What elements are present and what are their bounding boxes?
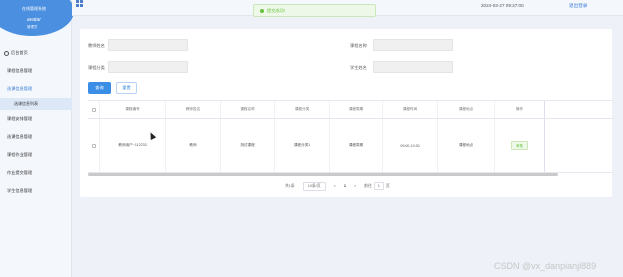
course-category-input[interactable] bbox=[108, 61, 188, 73]
logout-link[interactable]: 退出登录 bbox=[569, 3, 587, 9]
header-cell: 教师姓名 bbox=[166, 101, 221, 118]
system-title: 在线管理系统 bbox=[22, 6, 46, 11]
reset-button[interactable]: 重置 bbox=[116, 82, 137, 94]
sidebar-item-submission[interactable]: 作业提交管理 bbox=[0, 164, 72, 182]
cell-period: 课程周期 bbox=[330, 119, 383, 172]
datetime: 2024-03-27 09:37:00 bbox=[481, 3, 524, 8]
course-category-label: 课程分类 bbox=[88, 65, 105, 70]
header-cell: 操作 bbox=[495, 101, 545, 118]
page-size-select[interactable]: 10条/页 bbox=[302, 181, 326, 191]
header-cell: 课程地点 bbox=[438, 101, 495, 118]
sidebar-item-schedule[interactable]: 课程安排管理 bbox=[0, 110, 72, 128]
sidebar-item-students[interactable]: 学生信息管理 bbox=[0, 182, 72, 200]
sidebar-item-home[interactable]: 后台首页 bbox=[0, 44, 72, 62]
jump-label: 前往 bbox=[364, 183, 372, 188]
pagination: 共1条 10条/页 < 1 > 前往 1 页 bbox=[285, 181, 398, 191]
prev-page-icon[interactable]: < bbox=[334, 184, 336, 188]
sidebar-item-selection-2[interactable]: 选课信息管理 bbox=[0, 128, 72, 146]
table-header: 课程编号 教师姓名 课程名称 课程分类 课程周期 课程时间 课程地点 操作 bbox=[88, 101, 613, 119]
teacher-input[interactable] bbox=[108, 39, 188, 51]
menu-grid-icon[interactable] bbox=[76, 0, 83, 7]
review-button[interactable]: 审核 bbox=[511, 141, 528, 150]
header-cell: 课程分类 bbox=[275, 101, 330, 118]
sidebar-item-label: 选课信息列表 bbox=[14, 101, 38, 106]
teacher-label: 教师姓名 bbox=[88, 43, 105, 48]
query-button[interactable]: 查询 bbox=[88, 82, 111, 94]
sidebar-item-homework[interactable]: 课程作业管理 bbox=[0, 146, 72, 164]
sidebar-item-label: 选课信息管理 bbox=[7, 134, 33, 139]
sidebar-subitem-selection-list[interactable]: 选课信息列表 bbox=[0, 98, 72, 110]
data-table: 课程编号 教师姓名 课程名称 课程分类 课程周期 课程时间 课程地点 操作 教师… bbox=[88, 100, 613, 173]
success-icon bbox=[260, 8, 264, 13]
sidebar-item-selection[interactable]: 选课信息管理 bbox=[0, 80, 72, 98]
header-cell: 课程编号 bbox=[100, 101, 166, 118]
student-name-input[interactable] bbox=[373, 61, 453, 73]
cell-time: 09:00-10:30 bbox=[383, 119, 438, 172]
sidebar-item-label: 选课信息管理 bbox=[7, 86, 33, 91]
select-all-checkbox[interactable] bbox=[91, 107, 96, 112]
row-checkbox[interactable] bbox=[91, 143, 96, 148]
header-cell: 课程周期 bbox=[330, 101, 383, 118]
sidebar-item-label: 后台首页 bbox=[11, 50, 28, 55]
content-card: 教师姓名 课程名称 课程分类 学生姓名 查询 重置 课程编号 教师姓名 课程名称… bbox=[80, 29, 613, 197]
total-count: 共1条 bbox=[285, 183, 295, 188]
sidebar-item-label: 学生信息管理 bbox=[7, 188, 33, 193]
current-page[interactable]: 1 bbox=[344, 184, 346, 188]
toast-text: 提交成功! bbox=[267, 7, 285, 13]
success-toast: 提交成功! bbox=[253, 4, 376, 17]
course-name-input[interactable] bbox=[373, 39, 453, 51]
course-name-label: 课程名称 bbox=[350, 43, 367, 48]
sidebar-item-course-info[interactable]: 课程信息管理 bbox=[0, 62, 72, 80]
jump-input[interactable]: 1 bbox=[373, 182, 384, 190]
page-suffix: 页 bbox=[385, 183, 390, 188]
sidebar-menu: 后台首页 课程信息管理 选课信息管理 选课信息列表 课程安排管理 选课信息管理 … bbox=[0, 44, 72, 200]
sidebar-item-label: 课程安排管理 bbox=[7, 116, 33, 121]
sidebar-item-label: 课程作业管理 bbox=[7, 152, 33, 157]
cell-category: 课程分类1 bbox=[275, 119, 330, 172]
sidebar: 在线管理系统 avatar 管理员 后台首页 课程信息管理 选课信息管理 选课信… bbox=[0, 0, 74, 277]
next-page-icon[interactable]: > bbox=[354, 184, 356, 188]
sidebar-item-label: 课程信息管理 bbox=[7, 68, 33, 73]
user-role: 管理员 bbox=[27, 25, 38, 29]
watermark: CSDN @vx_danpianji889 bbox=[494, 261, 597, 271]
cell-code: 教师用户~112233 bbox=[100, 119, 166, 172]
cell-location: 课程地点 bbox=[438, 119, 495, 172]
user-name[interactable]: avatar bbox=[27, 17, 41, 23]
header-cell: 课程时间 bbox=[383, 101, 438, 118]
student-name-label: 学生姓名 bbox=[350, 65, 367, 70]
sidebar-item-label: 作业提交管理 bbox=[7, 170, 33, 175]
table-row[interactable]: 教师用户~112233 教师 测试课程 课程分类1 课程周期 09:00-10:… bbox=[88, 119, 613, 173]
home-icon bbox=[4, 50, 9, 56]
cell-teacher: 教师 bbox=[166, 119, 221, 172]
horizontal-scrollbar[interactable] bbox=[88, 173, 558, 176]
cell-name: 测试课程 bbox=[221, 119, 275, 172]
header-cell: 课程名称 bbox=[221, 101, 275, 118]
